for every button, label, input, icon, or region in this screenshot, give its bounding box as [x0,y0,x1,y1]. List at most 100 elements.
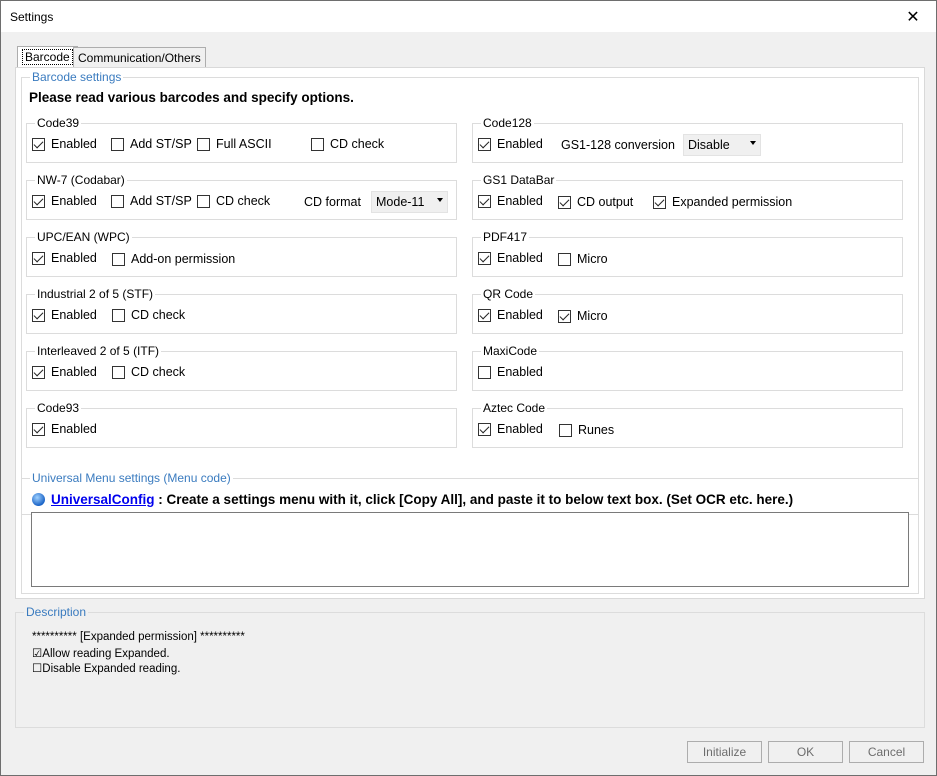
gs1-databar-cd-output-checkbox[interactable]: CD output [558,195,633,209]
code128-enabled-checkbox[interactable]: Enabled [478,137,543,151]
upc-enabled-checkbox[interactable]: Enabled [32,251,97,265]
qr-enabled-checkbox[interactable]: Enabled [478,308,543,322]
initialize-button[interactable]: Initialize [687,741,762,763]
checkbox-box [32,194,45,208]
code93-enabled-checkbox[interactable]: Enabled [32,422,97,436]
settings-window: Settings ✕ Barcode Communication/Others … [0,0,937,776]
checkbox-box [559,423,572,437]
universal-menu-title: Universal Menu settings (Menu code) [30,471,233,485]
aztec-group: Aztec Code Enabled Runes [472,401,903,448]
checkbox-label: Enabled [497,194,543,208]
tab-barcode[interactable]: Barcode [17,46,78,69]
gs1-databar-expanded-permission-checkbox[interactable]: Expanded permission [653,195,792,209]
pdf417-group: PDF417 Enabled Micro [472,230,903,277]
description-group: Description ********** [Expanded permiss… [15,605,925,728]
checkbox-label: CD check [216,194,271,208]
nw7-cd-format-select[interactable]: Mode-11 [371,191,448,213]
menu-code-textbox[interactable] [31,512,909,587]
qr-micro-checkbox[interactable]: Micro [558,309,608,323]
code39-enabled-checkbox[interactable]: Enabled [32,137,97,151]
window-title: Settings [10,10,54,24]
universal-menu-instruction-row: UniversalConfig : Create a settings menu… [32,492,793,507]
nw7-group: NW-7 (Codabar) Enabled Add ST/SP CD chec… [26,173,457,220]
checkbox-label: Enabled [51,251,97,265]
itf-enabled-checkbox[interactable]: Enabled [32,365,97,379]
code39-cd-check-checkbox[interactable]: CD check [311,137,384,151]
gs1-128-conversion-value: Disable [688,138,730,152]
code39-add-st-sp-checkbox[interactable]: Add ST/SP [111,137,192,151]
code39-full-ascii-checkbox[interactable]: Full ASCII [197,137,272,151]
barcode-settings-heading: Please read various barcodes and specify… [29,90,354,105]
itf-cd-check-checkbox[interactable]: CD check [112,365,185,379]
maxicode-enabled-checkbox[interactable]: Enabled [478,365,543,379]
aztec-runes-checkbox[interactable]: Runes [559,423,614,437]
checkbox-label: Add ST/SP [130,137,192,151]
checkbox-label: Add-on permission [131,252,236,266]
checkbox-box [478,365,491,379]
checkbox-box [558,195,571,209]
code39-title: Code39 [35,116,82,130]
checkbox-label: Micro [577,252,608,266]
aztec-enabled-checkbox[interactable]: Enabled [478,422,543,436]
universal-menu-instruction: : Create a settings menu with it, click … [154,492,794,507]
nw7-cd-format-value: Mode-11 [376,195,425,209]
close-icon[interactable]: ✕ [890,1,936,32]
checkbox-box [112,365,125,379]
checkbox-box [478,137,491,151]
pdf417-micro-checkbox[interactable]: Micro [558,252,608,266]
checkbox-box [478,194,491,208]
nw7-title: NW-7 (Codabar) [35,173,127,187]
checkbox-label: Enabled [497,137,543,151]
checkbox-label: Runes [578,423,615,437]
description-title: Description [24,605,89,619]
nw7-enabled-checkbox[interactable]: Enabled [32,194,97,208]
gs1-128-conversion-select[interactable]: Disable [683,134,761,156]
checkbox-box [32,137,45,151]
itf-title: Interleaved 2 of 5 (ITF) [35,344,162,358]
pdf417-enabled-checkbox[interactable]: Enabled [478,251,543,265]
checkbox-label: Enabled [51,308,97,322]
pdf417-title: PDF417 [481,230,530,244]
checkbox-label: Enabled [51,194,97,208]
gs1-128-conversion-label: GS1-128 conversion [561,138,675,152]
checkbox-label: CD check [330,137,385,151]
aztec-title: Aztec Code [481,401,548,415]
checkbox-label: CD output [577,195,634,209]
checkbox-label: Full ASCII [216,137,272,151]
cancel-button[interactable]: Cancel [849,741,924,763]
checkbox-box [558,309,571,323]
checkbox-box [478,422,491,436]
code128-group: Code128 Enabled GS1-128 conversion Disab… [472,116,903,163]
upc-addon-permission-checkbox[interactable]: Add-on permission [112,252,235,266]
nw7-cd-check-checkbox[interactable]: CD check [197,194,270,208]
tab-communication-others[interactable]: Communication/Others [73,47,206,68]
checkbox-box [111,194,124,208]
qr-code-title: QR Code [481,287,536,301]
chevron-down-icon [750,141,756,145]
checkbox-label: Expanded permission [672,195,793,209]
barcode-settings-title: Barcode settings [30,70,124,84]
checkbox-box [112,308,125,322]
chevron-down-icon [437,198,443,202]
itf-group: Interleaved 2 of 5 (ITF) Enabled CD chec… [26,344,457,391]
ind25-enabled-checkbox[interactable]: Enabled [32,308,97,322]
tab-communication-label: Communication/Others [78,51,201,65]
checkbox-label: Enabled [51,137,97,151]
checkbox-label: Micro [577,309,608,323]
code93-title: Code93 [35,401,82,415]
universal-config-link[interactable]: UniversalConfig [51,492,155,507]
checkbox-box [653,195,666,209]
title-bar: Settings ✕ [1,1,936,32]
maxicode-group: MaxiCode Enabled [472,344,903,391]
gs1-databar-title: GS1 DataBar [481,173,557,187]
nw7-add-st-sp-checkbox[interactable]: Add ST/SP [111,194,192,208]
checkbox-label: CD check [131,308,186,322]
ok-button[interactable]: OK [768,741,843,763]
code128-title: Code128 [481,116,534,130]
checkbox-box [197,194,210,208]
ind25-cd-check-checkbox[interactable]: CD check [112,308,185,322]
upc-group: UPC/EAN (WPC) Enabled Add-on permission [26,230,457,277]
gs1-databar-enabled-checkbox[interactable]: Enabled [478,194,543,208]
gs1-databar-group: GS1 DataBar Enabled CD output Expanded p… [472,173,903,220]
checkbox-box [111,137,124,151]
